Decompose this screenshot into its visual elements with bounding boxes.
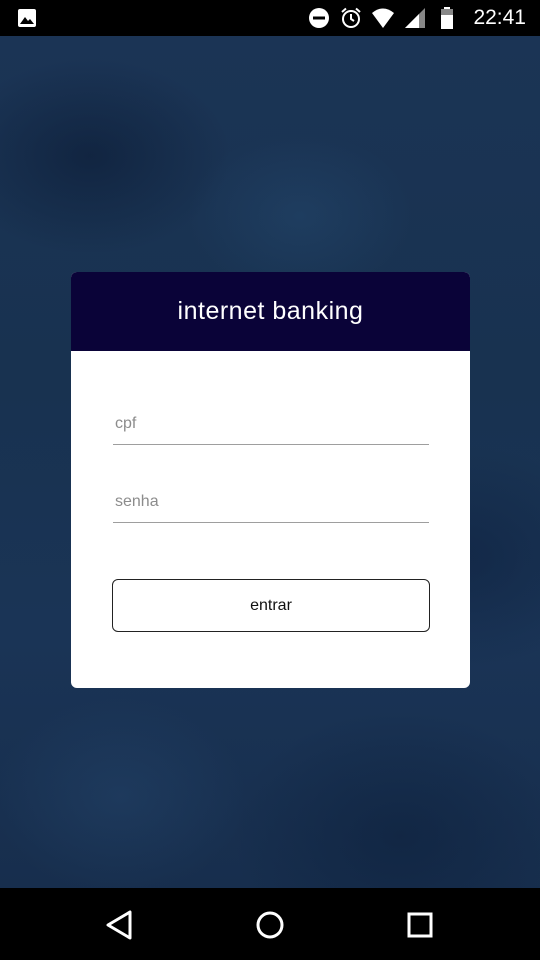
login-card: internet banking entrar xyxy=(71,272,470,688)
cpf-input[interactable] xyxy=(113,404,429,444)
page-title: internet banking xyxy=(177,297,364,325)
status-icons: 22:41 xyxy=(307,0,526,36)
entrar-button-label: entrar xyxy=(250,596,292,614)
recent-apps-icon[interactable] xyxy=(403,908,437,942)
senha-field xyxy=(113,482,429,523)
wifi-icon xyxy=(372,8,395,28)
home-icon[interactable] xyxy=(253,908,287,942)
status-bar: 22:41 xyxy=(0,0,540,36)
image-icon xyxy=(18,9,36,27)
senha-input[interactable] xyxy=(113,482,429,522)
card-header: internet banking xyxy=(71,272,470,351)
clock: 22:41 xyxy=(473,6,526,29)
battery-icon xyxy=(441,7,454,29)
navigation-bar xyxy=(0,888,540,960)
alarm-icon xyxy=(341,7,362,28)
cpf-field xyxy=(113,404,429,445)
entrar-button[interactable]: entrar xyxy=(112,579,430,632)
back-icon[interactable] xyxy=(103,908,137,942)
signal-icon xyxy=(405,8,426,28)
do-not-disturb-icon xyxy=(309,8,330,28)
